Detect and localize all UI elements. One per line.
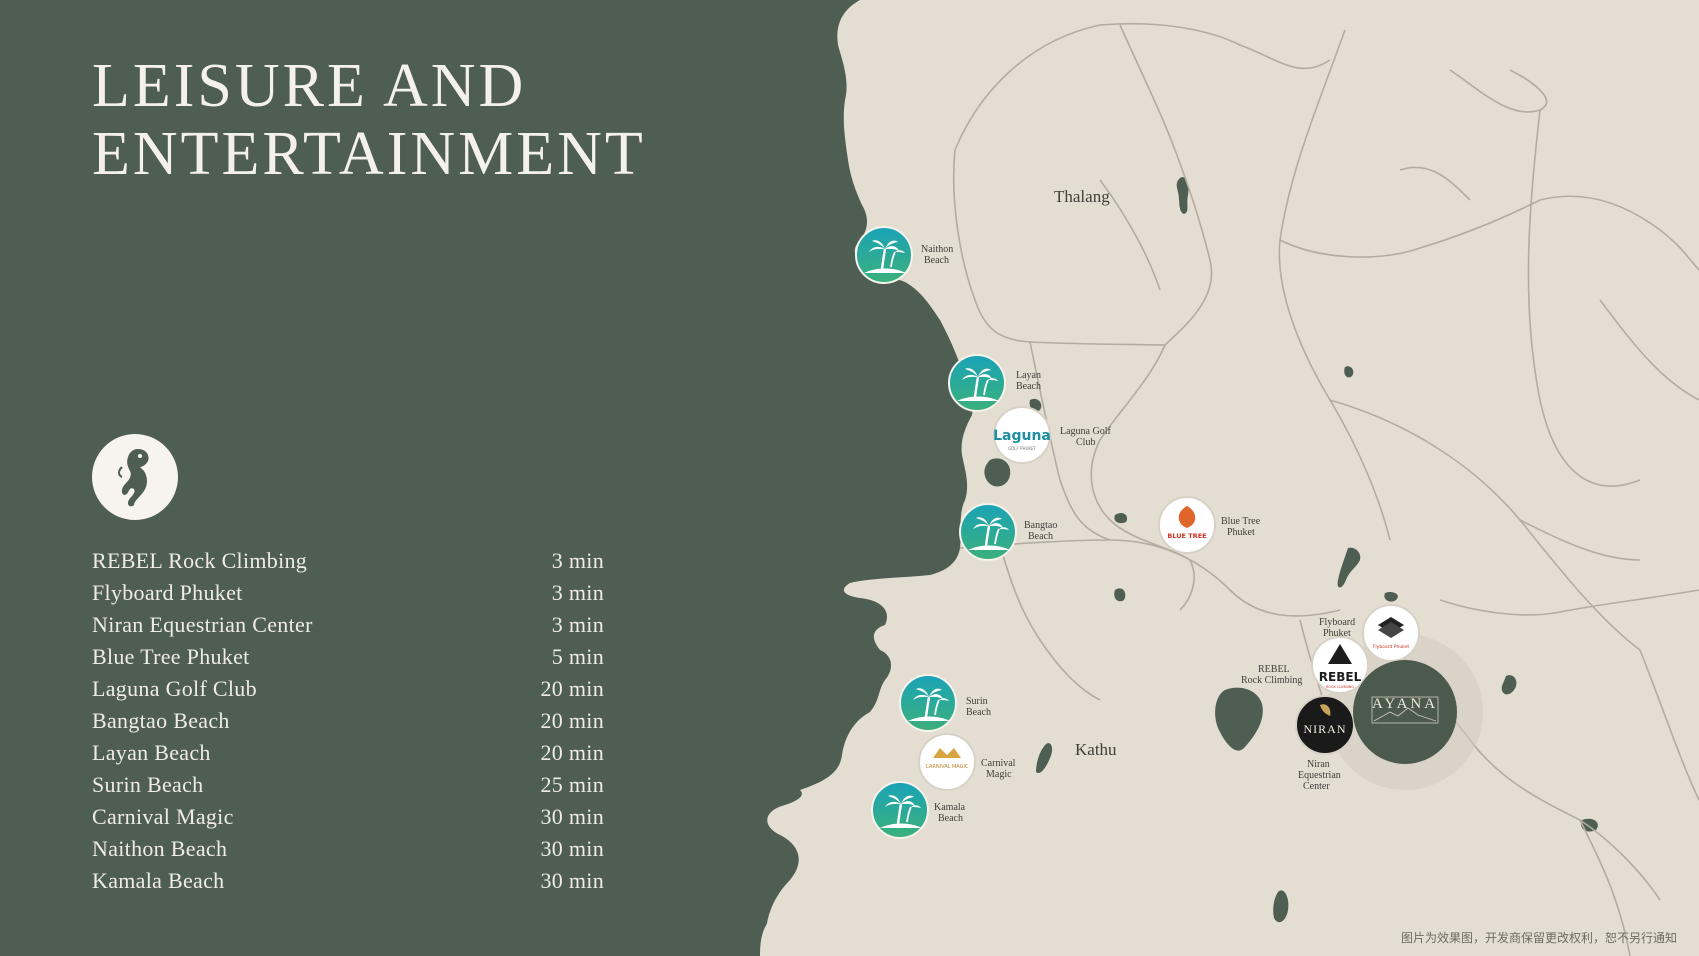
area-label-thalang: Thalang (1054, 187, 1110, 206)
svg-text:Beach: Beach (924, 255, 949, 266)
list-item: Layan Beach 20 min (92, 737, 604, 769)
destination-name: Layan Beach (92, 740, 211, 765)
svg-text:Phuket: Phuket (1227, 527, 1255, 538)
svg-text:BLUE TREE: BLUE TREE (1167, 532, 1206, 540)
travel-time: 3 min (551, 612, 604, 637)
svg-text:Bangtao: Bangtao (1024, 520, 1057, 531)
travel-time: 3 min (551, 548, 604, 573)
svg-text:Flyboard: Flyboard (1319, 617, 1355, 628)
travel-time: 20 min (540, 676, 604, 701)
svg-text:ROCK CLIMBING: ROCK CLIMBING (1326, 685, 1355, 689)
list-item: Surin Beach 25 min (92, 769, 604, 801)
destination-name: Niran Equestrian Center (92, 612, 313, 637)
travel-time: 20 min (540, 708, 604, 733)
svg-text:Rock Climbing: Rock Climbing (1241, 675, 1302, 686)
list-item: Laguna Golf Club 20 min (92, 673, 604, 705)
area-label-kathu: Kathu (1075, 740, 1117, 759)
svg-text:Niran: Niran (1307, 759, 1330, 770)
list-item: Niran Equestrian Center 3 min (92, 609, 604, 641)
travel-time: 3 min (551, 580, 604, 605)
svg-text:Magic: Magic (986, 769, 1012, 780)
svg-text:Naithon: Naithon (921, 244, 953, 255)
svg-text:GOLF PHUKET: GOLF PHUKET (1008, 446, 1037, 451)
travel-time: 5 min (551, 644, 604, 669)
laguna-logo: Laguna (993, 428, 1051, 444)
svg-text:Beach: Beach (966, 707, 991, 718)
svg-text:Kamala: Kamala (934, 802, 966, 813)
svg-text:Laguna Golf: Laguna Golf (1060, 426, 1111, 437)
svg-text:Beach: Beach (1028, 531, 1053, 542)
list-item: Blue Tree Phuket 5 min (92, 641, 604, 673)
svg-text:Beach: Beach (938, 813, 963, 824)
svg-text:REBEL: REBEL (1258, 664, 1290, 675)
svg-text:Beach: Beach (1016, 381, 1041, 392)
destination-list: REBEL Rock Climbing 3 min Flyboard Phuket… (92, 545, 604, 897)
svg-text:NIRAN: NIRAN (1304, 722, 1347, 736)
travel-time: 20 min (540, 740, 604, 765)
poi-ayana[interactable]: AYANA (1353, 660, 1457, 764)
destination-name: Carnival Magic (92, 804, 234, 829)
travel-time: 30 min (540, 868, 604, 893)
svg-text:AYANA: AYANA (1372, 696, 1438, 712)
left-panel: LEISURE AND ENTERTAINMENT REBEL Rock Cli… (0, 0, 780, 956)
svg-text:Club: Club (1076, 437, 1095, 448)
seahorse-logo (92, 434, 178, 520)
svg-text:CARNIVAL MAGIC: CARNIVAL MAGIC (926, 764, 969, 770)
list-item: Carnival Magic 30 min (92, 801, 604, 833)
svg-text:Blue Tree: Blue Tree (1221, 516, 1261, 527)
svg-text:Layan: Layan (1016, 370, 1041, 381)
svg-text:Flyboard Phuket: Flyboard Phuket (1373, 644, 1410, 650)
destination-name: Flyboard Phuket (92, 580, 243, 605)
destination-name: Laguna Golf Club (92, 676, 257, 701)
seahorse-icon (118, 449, 149, 507)
destination-name: Naithon Beach (92, 836, 228, 861)
destination-name: Bangtao Beach (92, 708, 230, 733)
list-item: Kamala Beach 30 min (92, 865, 604, 897)
travel-time: 25 min (540, 772, 604, 797)
page-title: LEISURE AND ENTERTAINMENT (92, 52, 646, 188)
destination-name: Kamala Beach (92, 868, 225, 893)
travel-time: 30 min (540, 836, 604, 861)
svg-text:Equestrian: Equestrian (1298, 770, 1341, 781)
travel-time: 30 min (540, 804, 604, 829)
list-item: Naithon Beach 30 min (92, 833, 604, 865)
svg-text:REBEL: REBEL (1319, 670, 1362, 684)
destination-name: REBEL Rock Climbing (92, 548, 308, 573)
destination-name: Blue Tree Phuket (92, 644, 250, 669)
destination-name: Surin Beach (92, 772, 204, 797)
disclaimer-note: 图片为效果图，开发商保留更改权利，恕不另行通知 (1400, 931, 1677, 945)
svg-text:Center: Center (1303, 781, 1330, 792)
svg-text:Carnival: Carnival (981, 758, 1016, 769)
svg-text:Surin: Surin (966, 696, 988, 707)
list-item: Flyboard Phuket 3 min (92, 577, 604, 609)
list-item: Bangtao Beach 20 min (92, 705, 604, 737)
list-item: REBEL Rock Climbing 3 min (92, 545, 604, 577)
